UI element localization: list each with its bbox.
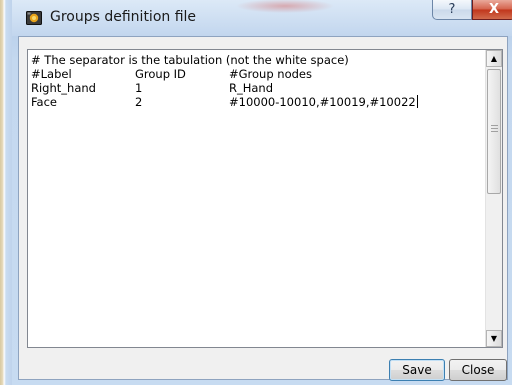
header-group-id-text: Group ID [135,67,186,81]
editor-line: Face 2 #10000-10010,#10019,#10022 [31,95,486,109]
scrollbar-thumb[interactable] [487,69,501,194]
app-window-icon [26,10,42,26]
arrow-up-icon: ▲ [490,54,498,63]
help-icon: ? [448,2,456,17]
header-group-nodes-text: #Group nodes [229,67,312,81]
group-nodes-cell: #10000-10010,#10019,#10022 [229,95,418,109]
comment-line-text: # The separator is the tabulation (not t… [31,53,349,67]
grip-icon [491,125,498,134]
group-label-text: Right_hand [31,81,96,95]
groups-text-editor[interactable]: # The separator is the tabulation (not t… [27,49,503,348]
group-label-text: Face [31,95,58,109]
text-cursor [416,95,418,108]
group-nodes-text: R_Hand [229,81,274,95]
dialog-window: Groups definition file ? X # The separat… [0,0,512,385]
save-button[interactable]: Save [389,359,445,381]
editor-content[interactable]: # The separator is the tabulation (not t… [31,53,486,109]
dialog-client-area: # The separator is the tabulation (not t… [18,36,508,381]
scroll-down-button[interactable]: ▼ [486,330,502,347]
help-button[interactable]: ? [432,0,472,20]
close-button[interactable]: Close [449,359,507,381]
window-left-edge [0,0,12,385]
editor-line: Right_hand 1 R_Hand [31,81,486,95]
group-nodes-text: #10000-10010,#10019,#10022 [229,95,416,109]
window-title: Groups definition file [50,9,197,25]
arrow-down-icon: ▼ [490,334,498,343]
vertical-scrollbar[interactable]: ▲ ▼ [485,50,502,347]
title-bar[interactable]: Groups definition file ? X [12,0,512,34]
editor-line: # The separator is the tabulation (not t… [31,53,486,67]
close-icon: X [488,2,500,17]
scroll-up-button[interactable]: ▲ [486,50,502,67]
group-id-text: 1 [135,81,143,95]
editor-line: #Label Group ID #Group nodes [31,67,486,81]
window-close-button[interactable]: X [472,0,512,20]
header-label-text: #Label [31,67,72,81]
group-id-text: 2 [135,95,143,109]
